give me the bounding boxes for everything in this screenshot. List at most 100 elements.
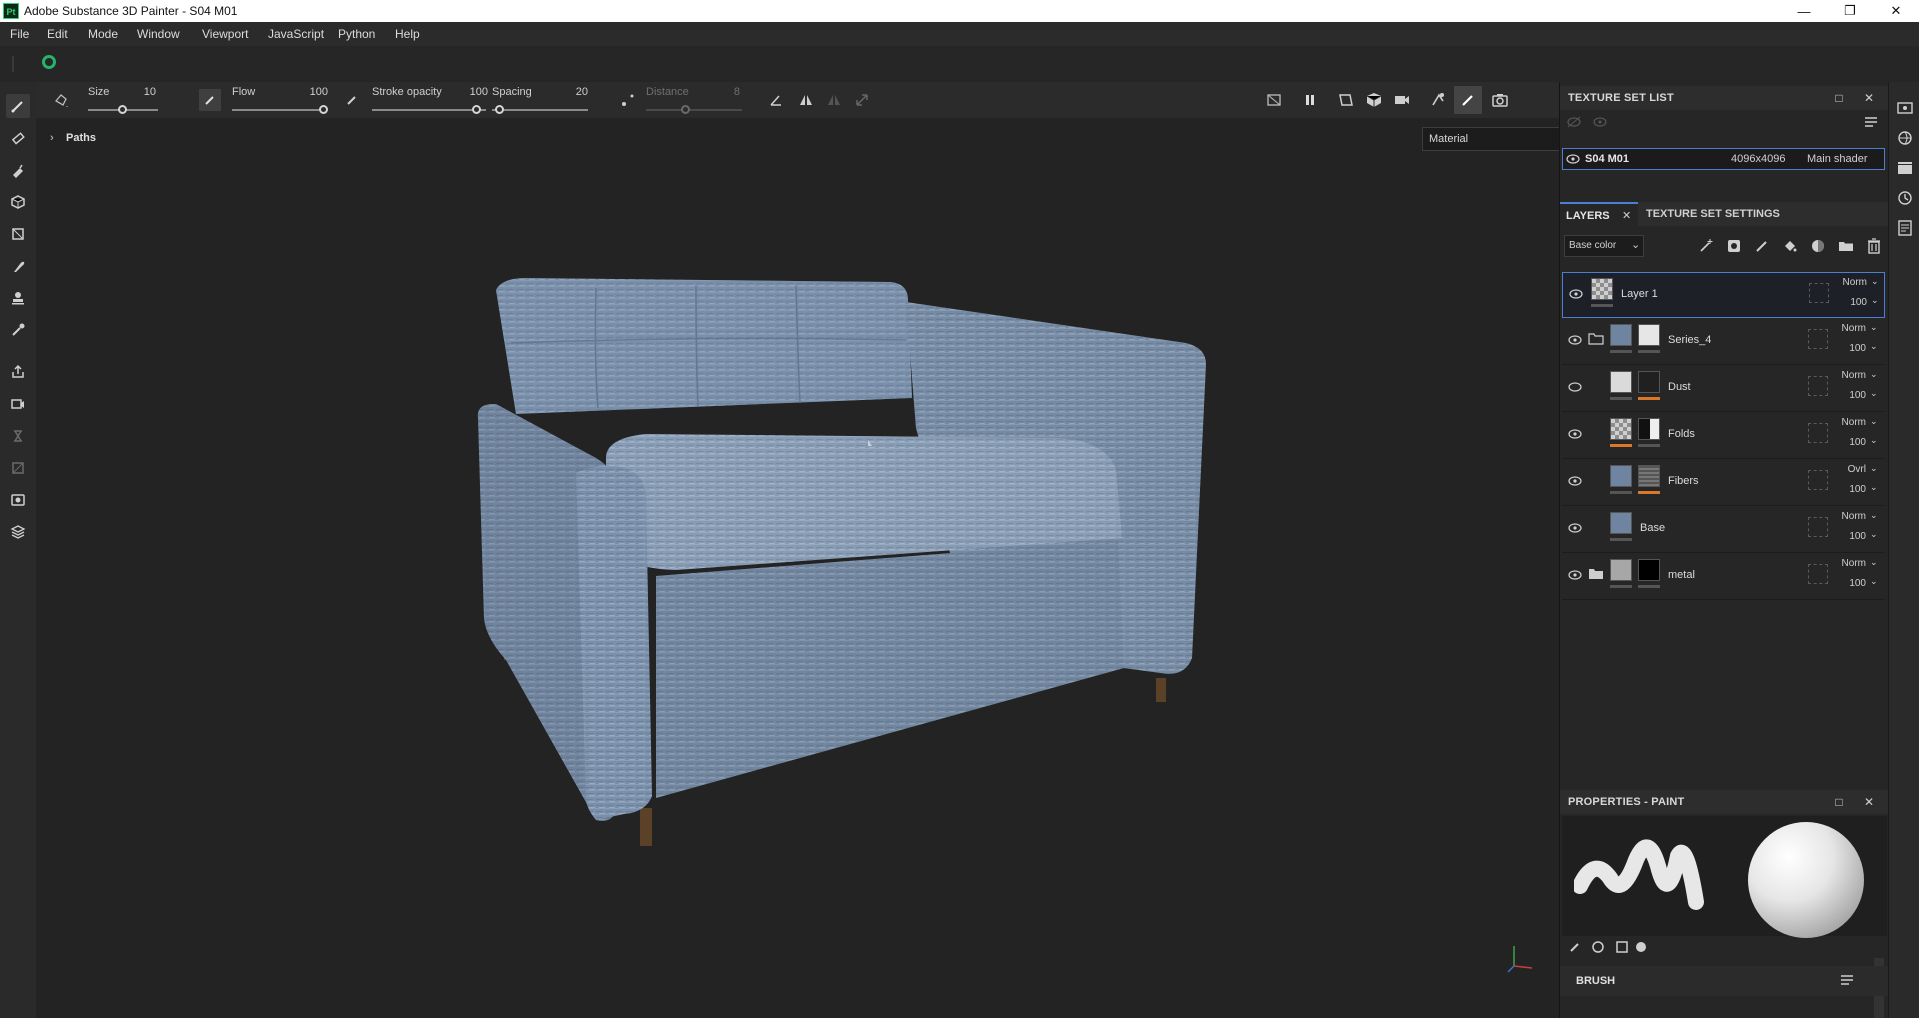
- layer-mask-slot[interactable]: [1808, 423, 1828, 443]
- color-picker-tool-icon[interactable]: [6, 318, 30, 342]
- add-effect-icon[interactable]: [1698, 238, 1714, 257]
- chevron-down-icon[interactable]: ⌄: [1870, 463, 1878, 474]
- texture-set-list-icon[interactable]: [1895, 98, 1915, 118]
- eye-icon[interactable]: [1569, 287, 1583, 301]
- chevron-down-icon[interactable]: ⌄: [1870, 369, 1878, 380]
- eye-icon[interactable]: [1568, 521, 1582, 535]
- paint-brush-tool-icon[interactable]: [6, 94, 30, 118]
- bake-mesh-icon[interactable]: [6, 392, 30, 416]
- layer-opacity[interactable]: 100: [1826, 390, 1866, 401]
- display-settings-icon[interactable]: [1895, 128, 1915, 148]
- stroke-opacity-pen-icon[interactable]: [340, 88, 364, 112]
- chevron-down-icon[interactable]: ⌄: [1870, 416, 1878, 427]
- environment-light-icon[interactable]: [1426, 88, 1450, 112]
- layer-opacity[interactable]: 100: [1826, 343, 1866, 354]
- eye-icon[interactable]: [1568, 474, 1582, 488]
- layer-row[interactable]: Fibers Ovrl 100 ⌄ ⌄: [1562, 460, 1885, 506]
- menu-window[interactable]: Window: [137, 22, 180, 46]
- folder-icon[interactable]: [1588, 333, 1604, 348]
- chevron-down-icon[interactable]: ⌄: [1870, 576, 1878, 587]
- viewport-2d-icon[interactable]: [1334, 88, 1358, 112]
- add-paint-layer-icon[interactable]: [1754, 238, 1770, 257]
- layer-opacity[interactable]: 100: [1826, 437, 1866, 448]
- hide-ui-icon[interactable]: [1262, 88, 1286, 112]
- menu-mode[interactable]: Mode: [88, 22, 118, 46]
- chevron-down-icon[interactable]: ⌄: [1870, 510, 1878, 521]
- tab-layers[interactable]: LAYERS ✕: [1560, 202, 1638, 226]
- layer-row[interactable]: metal Norm 100 ⌄ ⌄: [1562, 554, 1885, 600]
- clone-stamp-tool-icon[interactable]: [6, 286, 30, 310]
- distance-value[interactable]: 8: [708, 86, 740, 98]
- close-panel-icon[interactable]: ✕: [1862, 91, 1876, 105]
- spacing-slider-track[interactable]: [492, 109, 588, 111]
- polygon-fill-tool-icon[interactable]: [6, 222, 30, 246]
- layer-mask-slot[interactable]: [1808, 376, 1828, 396]
- viewport-3d-icon[interactable]: [1362, 88, 1386, 112]
- size-slider-knob[interactable]: [118, 105, 127, 114]
- distance-slider-knob[interactable]: [681, 105, 690, 114]
- brush-presets-icon[interactable]: [1568, 940, 1648, 957]
- eye-icon[interactable]: [1566, 152, 1580, 166]
- menu-viewport[interactable]: Viewport: [202, 22, 248, 46]
- chevron-down-icon[interactable]: ⌄: [1871, 276, 1879, 287]
- lazy-mouse-icon[interactable]: [616, 88, 640, 112]
- chevron-down-icon[interactable]: ⌄: [1870, 529, 1878, 540]
- close-window-icon[interactable]: ✕: [1873, 0, 1919, 22]
- transform-gizmo-icon[interactable]: [850, 88, 874, 112]
- paint-mode-icon[interactable]: [1454, 86, 1482, 114]
- armchair-model[interactable]: [416, 208, 1236, 948]
- layer-blend-mode[interactable]: Ovrl: [1826, 464, 1866, 475]
- shelf-icon[interactable]: [1895, 158, 1915, 178]
- stroke-opacity-value[interactable]: 100: [456, 86, 488, 98]
- chevron-down-icon[interactable]: ⌄: [1870, 482, 1878, 493]
- size-value[interactable]: 10: [124, 86, 156, 98]
- close-tab-icon[interactable]: ✕: [1622, 209, 1631, 222]
- flow-pen-pressure-icon[interactable]: [199, 89, 221, 111]
- float-panel-icon[interactable]: □: [1832, 795, 1846, 809]
- stroke-opacity-slider-track[interactable]: [372, 109, 486, 111]
- export-icon[interactable]: [6, 360, 30, 384]
- eye-hidden-icon[interactable]: [1566, 116, 1582, 130]
- flow-slider-track[interactable]: [232, 109, 326, 111]
- texture-set-view-icon[interactable]: [6, 520, 30, 544]
- layer-row[interactable]: Base Norm 100 ⌄ ⌄: [1562, 507, 1885, 553]
- paths-panel[interactable]: › Paths: [44, 128, 314, 150]
- layer-row[interactable]: Dust Norm 100 ⌄ ⌄: [1562, 366, 1885, 412]
- smudge-tool-icon[interactable]: [6, 254, 30, 278]
- restore-icon[interactable]: ❐: [1827, 0, 1873, 22]
- layer-blend-mode[interactable]: Norm: [1826, 370, 1866, 381]
- symmetry-settings-icon[interactable]: [822, 88, 846, 112]
- flow-value[interactable]: 100: [296, 86, 328, 98]
- layer-blend-mode[interactable]: Norm: [1826, 511, 1866, 522]
- camera-settings-icon[interactable]: [1390, 88, 1414, 112]
- layer-mask-slot[interactable]: [1808, 470, 1828, 490]
- viewport-mode-select[interactable]: Material ⌄: [1422, 127, 1582, 151]
- log-icon[interactable]: [1895, 218, 1915, 238]
- layer-blend-mode[interactable]: Norm: [1826, 323, 1866, 334]
- add-fill-layer-icon[interactable]: [1782, 238, 1798, 257]
- symmetry-icon[interactable]: [794, 88, 818, 112]
- iray-render-icon[interactable]: [6, 488, 30, 512]
- projection-tool-icon[interactable]: [6, 158, 30, 182]
- uv-transform-icon[interactable]: [6, 456, 30, 480]
- brush-menu-icon[interactable]: [1840, 974, 1854, 989]
- channel-select[interactable]: Base color ⌄: [1564, 235, 1644, 257]
- menu-python[interactable]: Python: [338, 22, 375, 46]
- layer-row[interactable]: Layer 1 Norm 100 ⌄ ⌄: [1562, 272, 1885, 318]
- layer-blend-mode[interactable]: Norm: [1827, 277, 1867, 288]
- texture-set-menu-icon[interactable]: [1864, 116, 1880, 130]
- spacing-value[interactable]: 20: [556, 86, 588, 98]
- eye-icon[interactable]: [1568, 427, 1582, 441]
- 3d-viewport[interactable]: › Paths Material ⌄: [36, 118, 1582, 1018]
- layer-opacity[interactable]: 100: [1826, 484, 1866, 495]
- shelf-status-icon[interactable]: [42, 55, 56, 69]
- eye-icon[interactable]: [1568, 568, 1582, 582]
- geometry-fill-tool-icon[interactable]: [6, 190, 30, 214]
- menu-javascript[interactable]: JavaScript: [268, 22, 324, 46]
- eraser-tool-icon[interactable]: [6, 126, 30, 150]
- eye-icon[interactable]: [1592, 116, 1608, 130]
- texture-set-row[interactable]: S04 M01 4096x4096 Main shader: [1562, 148, 1885, 170]
- add-mask-icon[interactable]: [1726, 238, 1742, 257]
- material-selection-icon[interactable]: [6, 424, 30, 448]
- layer-row[interactable]: Series_4 Norm 100 ⌄ ⌄: [1562, 319, 1885, 365]
